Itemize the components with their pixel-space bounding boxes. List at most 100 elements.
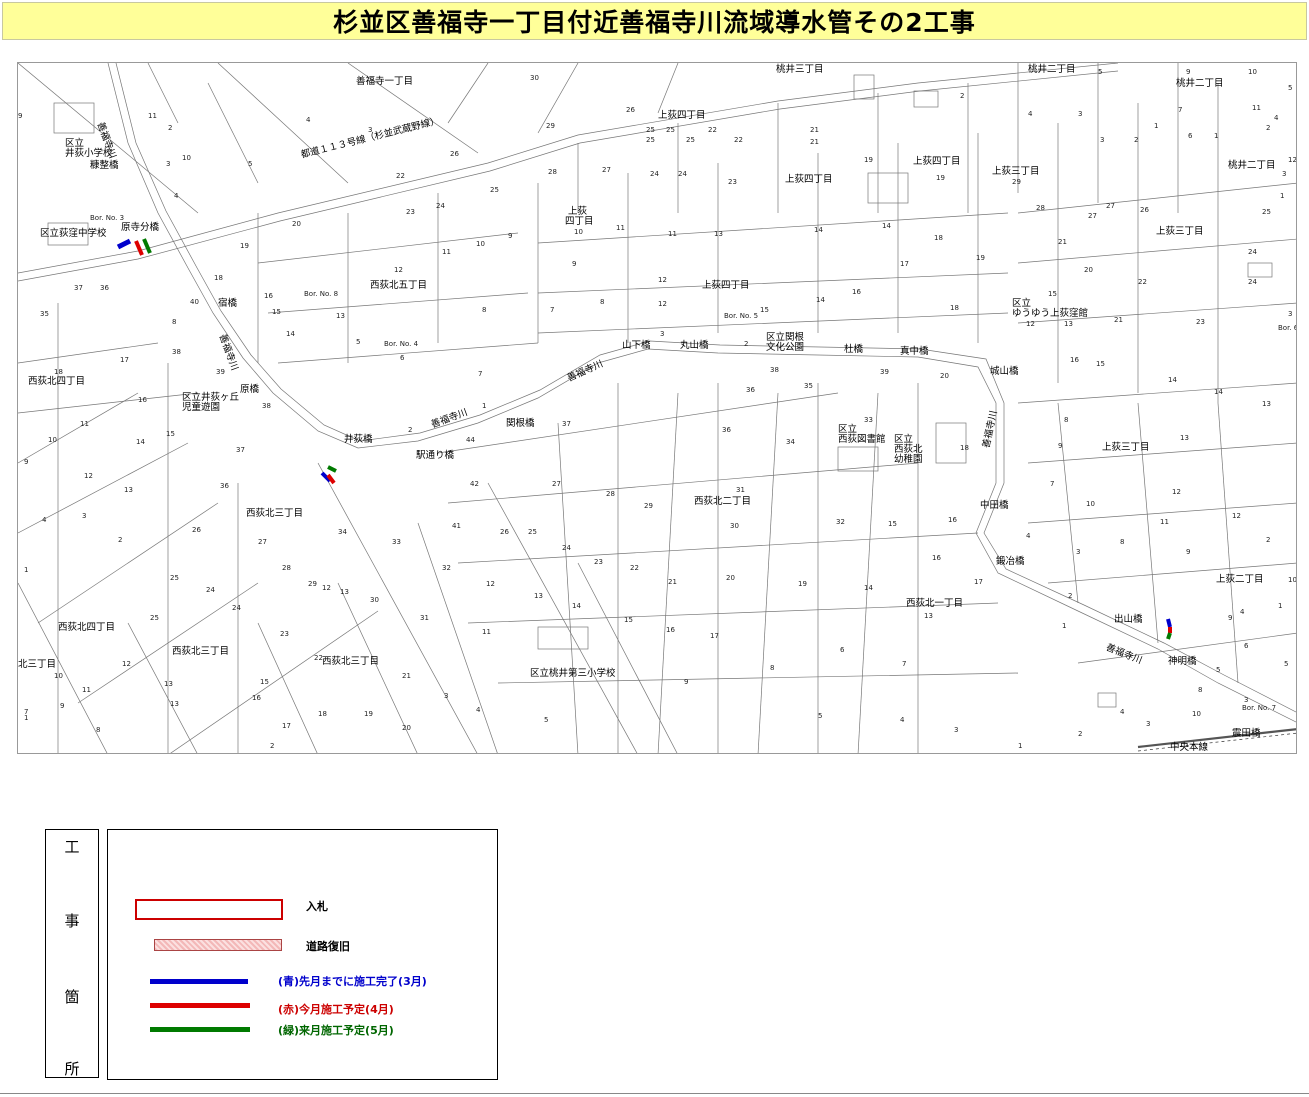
- numbers-label: 1: [24, 566, 29, 574]
- numbers-label: 11: [442, 248, 451, 256]
- numbers-label: 18: [934, 234, 943, 242]
- green-segment-2: [327, 465, 337, 473]
- numbers-label: 36: [100, 284, 109, 292]
- numbers-label: 5: [248, 160, 253, 168]
- legend-side-caption: 工 事 箇 所: [45, 829, 99, 1078]
- numbers-label: 14: [1214, 388, 1223, 396]
- numbers-label: 24: [562, 544, 571, 552]
- numbers-label: 13: [170, 700, 179, 708]
- numbers-label: 14: [864, 584, 873, 592]
- numbers-label: 15: [624, 616, 633, 624]
- numbers-label: 26: [500, 528, 509, 536]
- numbers-label: 1: [1214, 132, 1219, 140]
- labels-label: 関根橋: [506, 418, 535, 429]
- numbers-label: 4: [42, 516, 47, 524]
- labels-label: 上荻三丁目: [1156, 226, 1204, 237]
- labels-label: 西荻北三丁目: [172, 646, 230, 657]
- numbers-label: 38: [172, 348, 181, 356]
- labels-label: 西荻北一丁目: [906, 598, 964, 609]
- numbers-label: 10: [48, 436, 57, 444]
- numbers-label: 22: [396, 172, 405, 180]
- labels-label: Bor. No. 3: [90, 214, 125, 222]
- numbers-label: 28: [606, 490, 615, 498]
- numbers-label: 27: [1088, 212, 1097, 220]
- numbers-label: 13: [124, 486, 133, 494]
- numbers-label: 12: [1172, 488, 1181, 496]
- blue-swatch: [150, 979, 248, 984]
- numbers-label: 16: [948, 516, 957, 524]
- numbers-label: 13: [714, 230, 723, 238]
- numbers-label: 1: [1062, 622, 1067, 630]
- numbers-label: 13: [340, 588, 349, 596]
- numbers-label: 3: [1244, 696, 1249, 704]
- numbers-label: 3: [1146, 720, 1151, 728]
- numbers-label: 19: [240, 242, 249, 250]
- labels-label: 区立桃井第三小学校: [530, 668, 616, 679]
- labels-label: 区立荻窪中学校: [40, 228, 107, 239]
- numbers-label: 7: [550, 306, 555, 314]
- numbers-label: 13: [1262, 400, 1271, 408]
- labels-label: 四丁目: [565, 216, 594, 227]
- numbers-label: 21: [810, 138, 819, 146]
- numbers-label: 12: [122, 660, 131, 668]
- numbers-label: 9: [1228, 614, 1233, 622]
- labels-label: 善福寺一丁目: [356, 76, 414, 87]
- labels-label: 桃井二丁目: [1176, 78, 1224, 89]
- numbers-label: 14: [286, 330, 295, 338]
- numbers-label: 5: [1098, 68, 1103, 76]
- labels-label: 鍛冶橋: [996, 556, 1025, 567]
- red-segment-1: [134, 240, 144, 256]
- title-bar: 杉並区善福寺一丁目付近善福寺川流域導水管その2工事: [2, 2, 1307, 40]
- numbers-label: 12: [1026, 320, 1035, 328]
- numbers-label: 13: [924, 612, 933, 620]
- numbers-label: 4: [1028, 110, 1033, 118]
- numbers-label: 17: [974, 578, 983, 586]
- numbers-label: 2: [1068, 592, 1073, 600]
- labels-label: 原寺分橋: [121, 222, 160, 233]
- numbers-label: 1: [1154, 122, 1159, 130]
- labels-label: 杜橋: [844, 344, 864, 355]
- labels-label: 桃井二丁目: [1228, 160, 1276, 171]
- numbers-label: 29: [308, 580, 317, 588]
- numbers-label: 24: [1248, 248, 1257, 256]
- numbers-label: 14: [136, 438, 145, 446]
- numbers-label: 25: [170, 574, 179, 582]
- numbers-label: 25: [646, 136, 655, 144]
- labels-label: 児童遊園: [182, 402, 221, 413]
- numbers-label: 17: [120, 356, 129, 364]
- numbers-label: 13: [534, 592, 543, 600]
- numbers-label: 6: [1244, 642, 1249, 650]
- numbers-label: 35: [40, 310, 49, 318]
- numbers-label: 23: [728, 178, 737, 186]
- numbers-label: 11: [1252, 104, 1261, 112]
- numbers-label: 4: [1240, 608, 1245, 616]
- numbers-label: 10: [1248, 68, 1257, 76]
- numbers-label: 6: [400, 354, 405, 362]
- numbers-label: 15: [166, 430, 175, 438]
- labels-label: 井荻橋: [344, 434, 373, 445]
- numbers-label: 20: [940, 372, 949, 380]
- numbers-label: 18: [960, 444, 969, 452]
- numbers-label: 5: [818, 712, 823, 720]
- numbers-label: 11: [1160, 518, 1169, 526]
- numbers-label: 38: [770, 366, 779, 374]
- numbers-label: 20: [292, 220, 301, 228]
- numbers-label: 19: [798, 580, 807, 588]
- numbers-label: 10: [574, 228, 583, 236]
- numbers-label: 10: [54, 672, 63, 680]
- numbers-label: 12: [84, 472, 93, 480]
- numbers-label: 14: [882, 222, 891, 230]
- numbers-label: 28: [548, 168, 557, 176]
- numbers-label: 29: [546, 122, 555, 130]
- numbers-label: 24: [206, 586, 215, 594]
- numbers-label: 8: [482, 306, 487, 314]
- numbers-label: 21: [1114, 316, 1123, 324]
- numbers-label: 29: [1012, 178, 1021, 186]
- numbers-label: 31: [420, 614, 429, 622]
- numbers-label: 18: [318, 710, 327, 718]
- numbers-label: 20: [726, 574, 735, 582]
- numbers-label: 25: [666, 126, 675, 134]
- numbers-label: 23: [406, 208, 415, 216]
- numbers-label: 33: [392, 538, 401, 546]
- labels-label: 糠整橋: [90, 160, 119, 171]
